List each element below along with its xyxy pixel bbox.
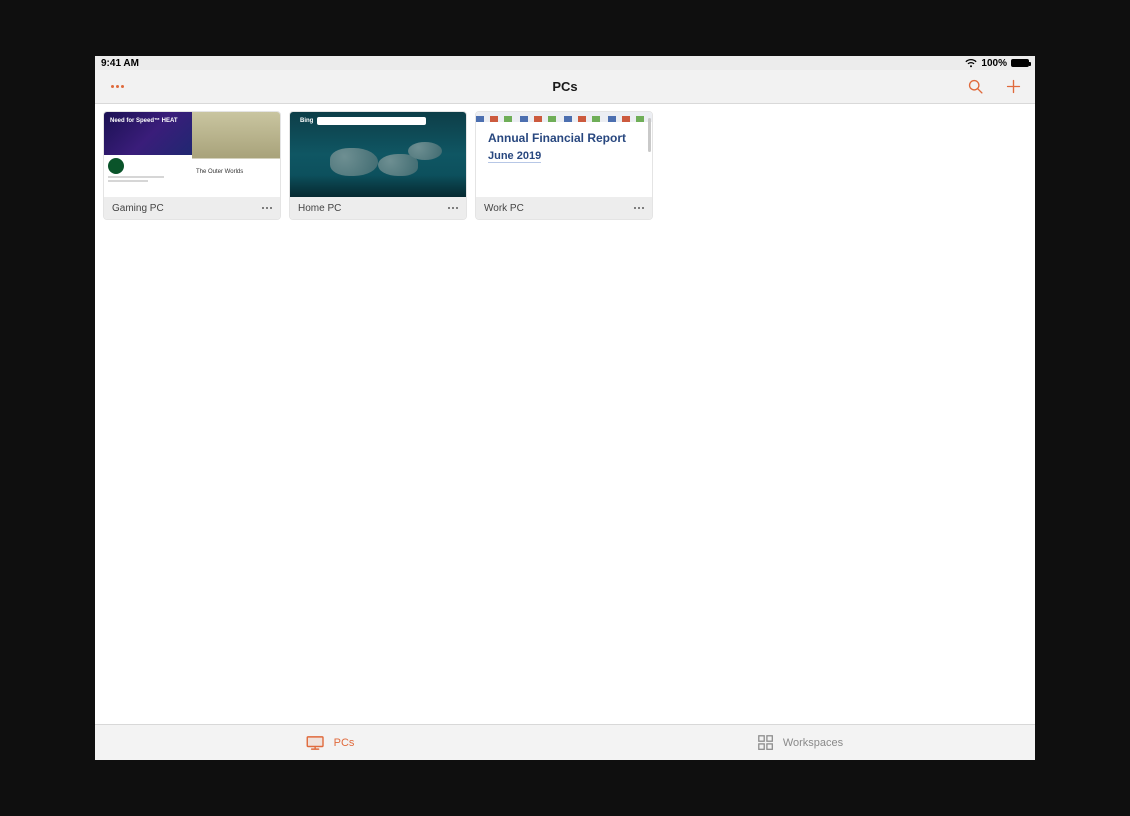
grid-icon — [757, 734, 775, 752]
status-bar: 9:41 AM 100% — [95, 56, 1035, 70]
thumb-doc-subtitle: June 2019 — [488, 150, 541, 163]
pc-name: Gaming PC — [112, 203, 164, 214]
pc-thumbnail: Annual Financial Report June 2019 — [476, 112, 652, 197]
navbar: PCs — [95, 70, 1035, 104]
thumb-bing-logo: Bing — [300, 118, 313, 124]
status-battery-pct: 100% — [981, 58, 1007, 69]
tab-bar: PCs Workspaces — [95, 724, 1035, 760]
pc-name: Work PC — [484, 203, 524, 214]
tab-workspaces[interactable]: Workspaces — [565, 725, 1035, 760]
status-time: 9:41 AM — [101, 58, 139, 69]
pc-options-button[interactable] — [262, 207, 273, 210]
add-button[interactable] — [1003, 77, 1023, 97]
pc-card-footer: Work PC — [476, 197, 652, 219]
search-icon — [967, 78, 984, 95]
pc-card-work[interactable]: Annual Financial Report June 2019 Work P… — [475, 111, 653, 220]
thumb-doc-title: Annual Financial Report — [488, 132, 640, 146]
plus-icon — [1005, 78, 1022, 95]
tab-pcs[interactable]: PCs — [95, 725, 565, 760]
battery-icon — [1011, 59, 1029, 67]
search-button[interactable] — [965, 77, 985, 97]
tab-label: Workspaces — [783, 737, 843, 749]
ellipsis-icon — [111, 85, 124, 88]
pc-thumbnail: Bing — [290, 112, 466, 197]
wifi-icon — [965, 59, 977, 68]
pc-options-button[interactable] — [448, 207, 459, 210]
pc-grid: Need for Speed™ HEAT The Outer Worlds Ga… — [95, 104, 1035, 724]
pc-options-button[interactable] — [634, 207, 645, 210]
pc-name: Home PC — [298, 203, 341, 214]
page-title: PCs — [95, 79, 1035, 94]
pc-thumbnail: Need for Speed™ HEAT The Outer Worlds — [104, 112, 280, 197]
pc-card-gaming[interactable]: Need for Speed™ HEAT The Outer Worlds Ga… — [103, 111, 281, 220]
app-window: 9:41 AM 100% PCs — [95, 56, 1035, 760]
more-menu-button[interactable] — [107, 77, 127, 97]
pc-card-footer: Gaming PC — [104, 197, 280, 219]
monitor-icon — [306, 736, 326, 750]
tab-label: PCs — [334, 737, 355, 749]
pc-card-footer: Home PC — [290, 197, 466, 219]
thumb-game-title-1: Need for Speed™ HEAT — [110, 118, 178, 124]
thumb-game-title-2: The Outer Worlds — [196, 169, 243, 175]
pc-card-home[interactable]: Bing Home PC — [289, 111, 467, 220]
